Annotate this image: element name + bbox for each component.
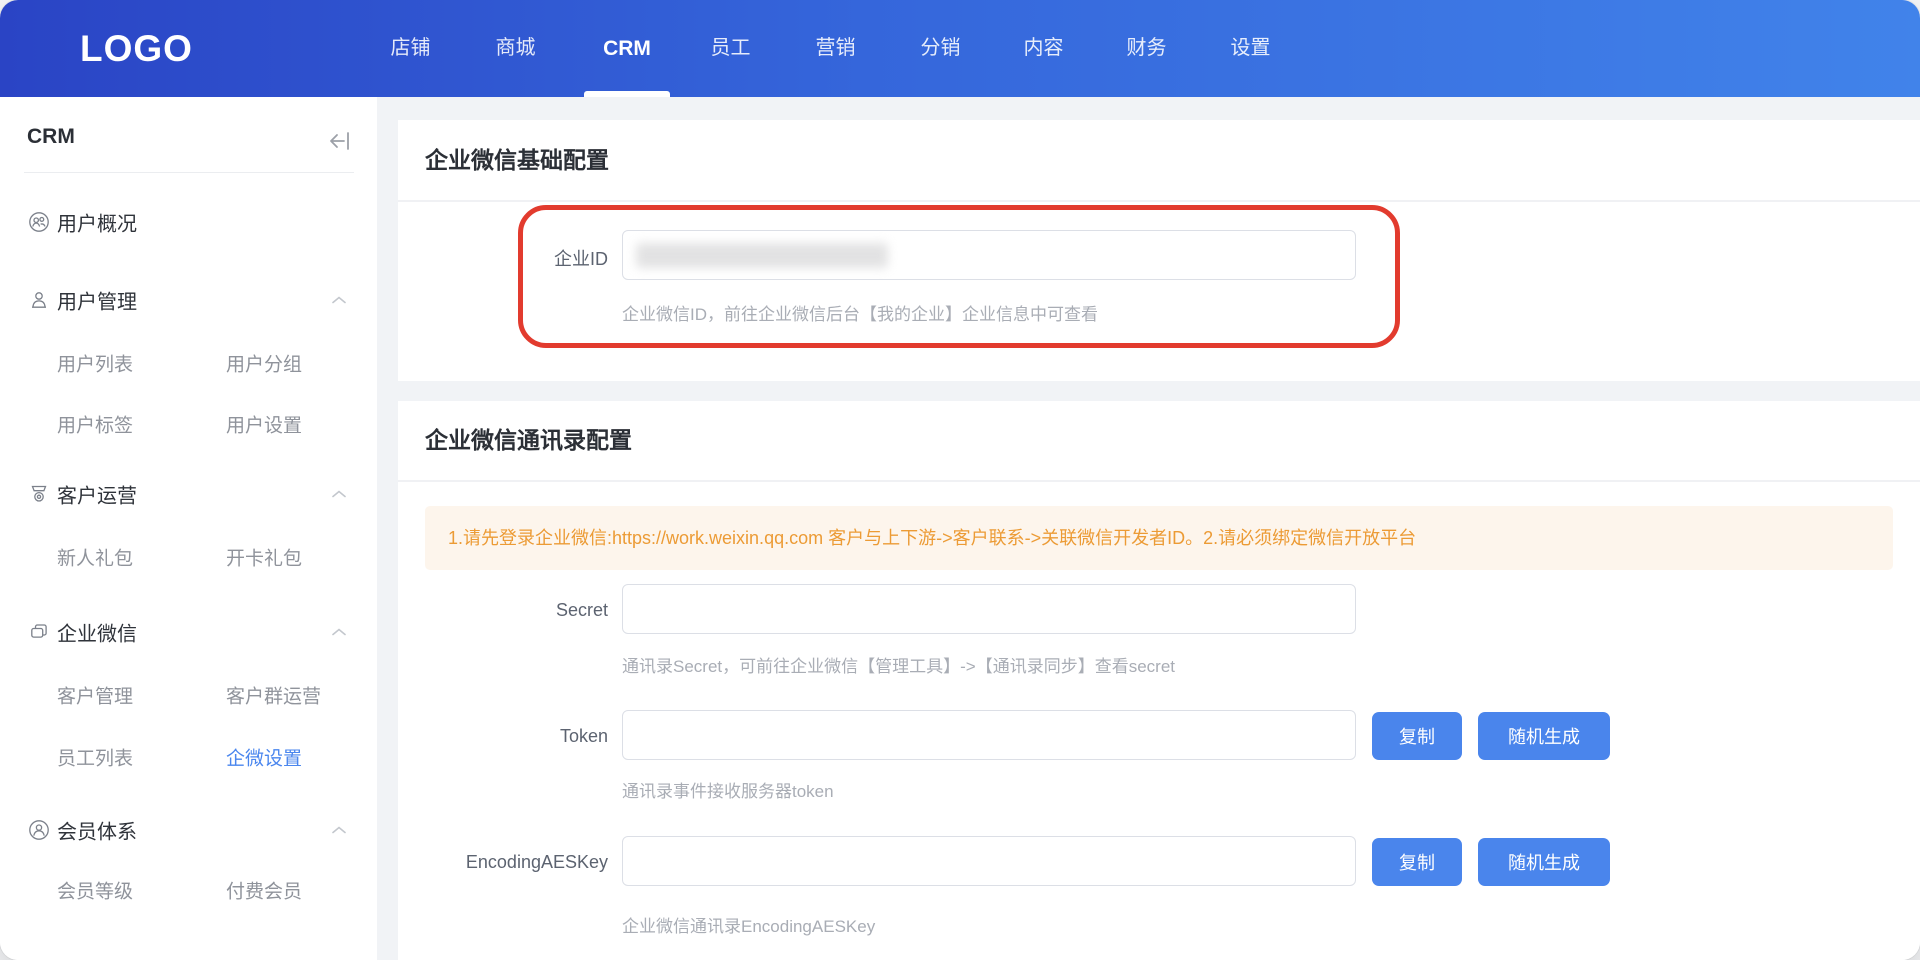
generate-token-button[interactable]: 随机生成 <box>1478 712 1610 760</box>
corp-id-helper: 企业微信ID，前往企业微信后台【我的企业】企业信息中可查看 <box>622 300 1098 325</box>
sidebar-item-label: 会员体系 <box>57 816 137 845</box>
chevron-up-icon[interactable] <box>332 296 346 305</box>
sidebar-item-card-gift[interactable]: 开卡礼包 <box>226 544 302 571</box>
token-label: Token <box>398 726 608 747</box>
nav-item-crm-label: CRM <box>603 37 651 60</box>
sidebar-item-member-system[interactable]: 会员体系 <box>0 810 377 850</box>
nav-item-staff[interactable]: 员工 <box>703 0 758 97</box>
sidebar-subrow: 员工列表 企微设置 <box>0 739 377 775</box>
nav-item-finance[interactable]: 财务 <box>1119 0 1174 97</box>
aes-key-label: EncodingAESKey <box>398 852 608 873</box>
nav-item-marketing[interactable]: 营销 <box>808 0 863 97</box>
divider <box>398 200 1920 202</box>
wecom-icon <box>28 621 50 643</box>
sidebar-item-user-list[interactable]: 用户列表 <box>57 350 133 377</box>
copy-aeskey-button[interactable]: 复制 <box>1372 838 1462 886</box>
sidebar: CRM 用户概况 <box>0 97 377 960</box>
sidebar-item-label: 用户管理 <box>57 286 137 315</box>
sidebar-item-label: 客户运营 <box>57 480 137 509</box>
nav-item-content[interactable]: 内容 <box>1016 0 1071 97</box>
sidebar-item-user-tag[interactable]: 用户标签 <box>57 411 133 438</box>
copy-token-button[interactable]: 复制 <box>1372 712 1462 760</box>
generate-aeskey-button[interactable]: 随机生成 <box>1478 838 1610 886</box>
sidebar-title: CRM <box>27 125 75 149</box>
logo[interactable]: LOGO <box>80 0 193 97</box>
secret-helper: 通讯录Secret，可前往企业微信【管理工具】->【通讯录同步】查看secret <box>622 652 1175 677</box>
top-navbar: LOGO 店铺 商城 CRM 员工 营销 分销 内容 财务 设置 <box>0 0 1920 97</box>
sidebar-item-paid-member[interactable]: 付费会员 <box>226 877 302 904</box>
sidebar-item-label: 企业微信 <box>57 618 137 647</box>
section-title: 企业微信基础配置 <box>425 120 609 200</box>
nav-item-settings[interactable]: 设置 <box>1223 0 1278 97</box>
sidebar-item-customer-manage[interactable]: 客户管理 <box>57 682 133 709</box>
secret-label: Secret <box>398 600 608 621</box>
aes-key-helper: 企业微信通讯录EncodingAESKey <box>622 912 875 937</box>
section-wecom-basic-config: 企业微信基础配置 企业ID 企业微信ID，前往企业微信后台【我的企业】企业信息中… <box>398 120 1920 381</box>
sidebar-item-customer-operation[interactable]: 客户运营 <box>0 474 377 514</box>
section-wecom-contacts-config: 企业微信通讯录配置 1.请先登录企业微信:https://work.weixin… <box>398 401 1920 960</box>
redacted-value <box>636 243 888 268</box>
secret-input[interactable] <box>622 584 1356 634</box>
sidebar-subrow: 客户管理 客户群运营 <box>0 677 377 713</box>
sidebar-item-user-manage[interactable]: 用户管理 <box>0 280 377 320</box>
warning-banner: 1.请先登录企业微信:https://work.weixin.qq.com 客户… <box>425 506 1893 570</box>
nav-item-crm[interactable]: CRM <box>594 0 660 97</box>
divider <box>24 172 354 173</box>
app-window: LOGO 店铺 商城 CRM 员工 营销 分销 内容 财务 设置 CRM <box>0 0 1920 960</box>
sidebar-subrow: 用户标签 用户设置 <box>0 406 377 442</box>
corp-id-label: 企业ID <box>398 245 608 271</box>
sidebar-item-customer-group-op[interactable]: 客户群运营 <box>226 682 321 709</box>
sidebar-subrow: 新人礼包 开卡礼包 <box>0 539 377 575</box>
user-overview-icon <box>28 211 50 233</box>
sidebar-subrow: 会员等级 付费会员 <box>0 872 377 908</box>
corp-id-input-wrap <box>622 230 1356 280</box>
sidebar-item-user-setting[interactable]: 用户设置 <box>226 411 302 438</box>
member-system-icon <box>28 819 50 841</box>
user-manage-icon <box>28 289 50 311</box>
token-helper: 通讯录事件接收服务器token <box>622 777 834 802</box>
collapse-sidebar-icon[interactable] <box>328 130 352 152</box>
nav-item-store[interactable]: 店铺 <box>383 0 438 97</box>
sidebar-item-wecom[interactable]: 企业微信 <box>0 612 377 652</box>
nav-item-mall[interactable]: 商城 <box>488 0 543 97</box>
sidebar-item-user-group[interactable]: 用户分组 <box>226 350 302 377</box>
divider <box>398 480 1920 482</box>
sidebar-item-staff-list[interactable]: 员工列表 <box>57 744 133 771</box>
sidebar-item-member-level[interactable]: 会员等级 <box>57 877 133 904</box>
nav-item-distribution[interactable]: 分销 <box>913 0 968 97</box>
sidebar-item-user-overview[interactable]: 用户概况 <box>0 202 377 242</box>
chevron-up-icon[interactable] <box>332 628 346 637</box>
customer-operation-icon <box>28 483 50 505</box>
sidebar-item-newbie-gift[interactable]: 新人礼包 <box>57 544 133 571</box>
sidebar-subrow: 用户列表 用户分组 <box>0 345 377 381</box>
chevron-up-icon[interactable] <box>332 826 346 835</box>
main-content: 企业微信基础配置 企业ID 企业微信ID，前往企业微信后台【我的企业】企业信息中… <box>377 97 1920 960</box>
chevron-up-icon[interactable] <box>332 490 346 499</box>
aes-key-input[interactable] <box>622 836 1356 886</box>
sidebar-item-label: 用户概况 <box>57 208 137 237</box>
section-title: 企业微信通讯录配置 <box>425 401 632 480</box>
token-input[interactable] <box>622 710 1356 760</box>
sidebar-item-wecom-settings-active[interactable]: 企微设置 <box>226 744 302 771</box>
